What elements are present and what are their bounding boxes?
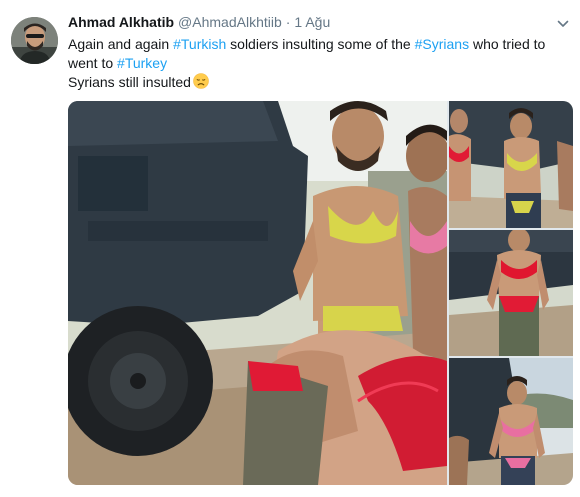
- timestamp[interactable]: 1 Ağu: [294, 14, 330, 30]
- disappointed-face-emoji: [193, 73, 209, 89]
- media-grid: [68, 101, 573, 485]
- media-photo-main[interactable]: [68, 101, 447, 485]
- text-segment: went to: [68, 55, 118, 71]
- separator: ·: [285, 14, 291, 30]
- media-photo-2[interactable]: [449, 101, 573, 228]
- media-photo-3[interactable]: [449, 230, 573, 356]
- media-photo-4[interactable]: [449, 358, 573, 485]
- tweet-text-line-3: Syrians still insulted: [68, 73, 563, 92]
- text-segment: Syrians still insulted: [68, 74, 191, 90]
- hashtag-link-turkey[interactable]: #Turkey: [117, 55, 167, 71]
- tweet-text-line-2: went to #Turkey: [68, 54, 563, 73]
- tweet-text-line-1: Again and again #Turkish soldiers insult…: [68, 35, 563, 54]
- tweet-card[interactable]: Ahmad Alkhatib @AhmadAlkhtiib · 1 Ağu Ag…: [0, 0, 580, 497]
- hashtag-link-syrians[interactable]: #Syrians: [415, 36, 469, 52]
- tweet-text: Again and again #Turkish soldiers insult…: [68, 35, 563, 92]
- chevron-down-icon[interactable]: [555, 16, 571, 32]
- text-segment: Again and again: [68, 36, 174, 52]
- avatar[interactable]: [11, 17, 58, 64]
- avatar-image: [11, 17, 58, 64]
- author-name[interactable]: Ahmad Alkhatib: [68, 14, 174, 30]
- text-segment: who tried to: [469, 36, 546, 52]
- author-handle[interactable]: @AhmadAlkhtiib: [178, 14, 282, 30]
- text-segment: soldiers insulting some of the: [226, 36, 415, 52]
- hashtag-link-turkish[interactable]: #Turkish: [173, 36, 226, 52]
- tweet-header: Ahmad Alkhatib @AhmadAlkhtiib · 1 Ağu: [68, 14, 550, 34]
